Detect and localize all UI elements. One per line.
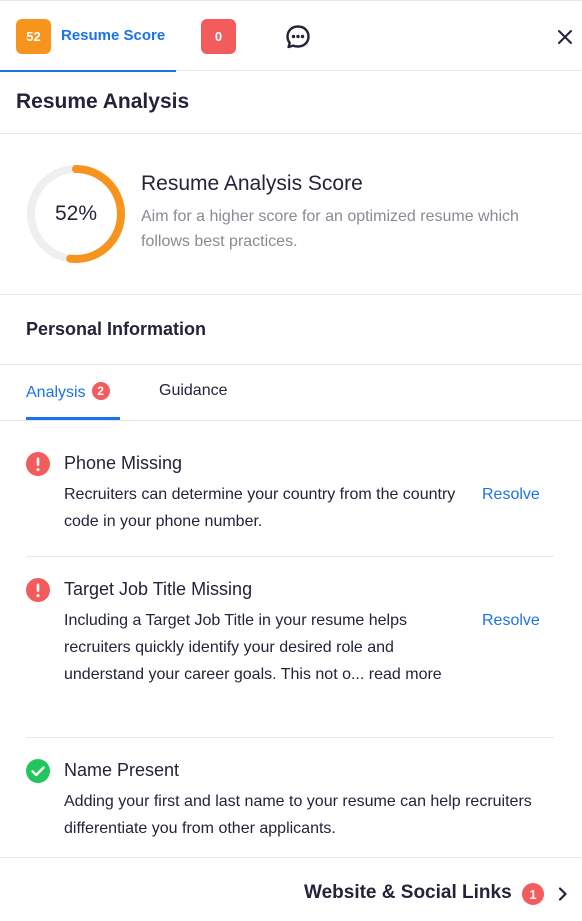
exclamation-circle-icon bbox=[26, 452, 50, 476]
errors-tab-badge[interactable]: 0 bbox=[201, 19, 236, 54]
item-title: Name Present bbox=[64, 760, 180, 780]
analysis-item-name: Name Present Adding your first and last … bbox=[0, 738, 582, 857]
analysis-subtabs: Analysis 2 Guidance bbox=[0, 365, 582, 421]
next-section-label: Website & Social Links bbox=[304, 882, 512, 903]
tab-analysis-label: Analysis bbox=[26, 384, 86, 401]
chevron-right-icon[interactable] bbox=[555, 886, 571, 902]
analysis-item-target-job-title: Target Job Title Missing Including a Tar… bbox=[0, 557, 582, 738]
tab-resume-score-label: Resume Score bbox=[61, 27, 166, 44]
personal-information-header[interactable]: Personal Information bbox=[0, 295, 582, 365]
item-description: Recruiters can determine your country fr… bbox=[64, 486, 456, 530]
next-section-count-badge: 1 bbox=[522, 883, 544, 905]
analysis-tab-underline bbox=[26, 417, 120, 420]
item-title: Phone Missing bbox=[64, 453, 183, 473]
score-percent: 52% bbox=[54, 202, 98, 225]
page-title: Resume Analysis bbox=[16, 90, 190, 113]
item-title: Target Job Title Missing bbox=[64, 579, 253, 599]
next-section-footer[interactable]: Website & Social Links 1 bbox=[0, 857, 582, 921]
resolve-link[interactable]: Resolve bbox=[482, 486, 540, 504]
analysis-count-badge: 2 bbox=[91, 382, 110, 400]
score-card: 52% Resume Analysis Score Aim for a high… bbox=[0, 134, 582, 295]
item-description: Adding your first and last name to your … bbox=[64, 793, 532, 837]
score-description: Aim for a higher score for an optimized … bbox=[141, 208, 519, 250]
item-description: Including a Target Job Title in your res… bbox=[64, 612, 442, 683]
tab-analysis[interactable]: Analysis 2 bbox=[26, 382, 110, 421]
analysis-item-phone: Phone Missing Recruiters can determine y… bbox=[0, 421, 582, 557]
section-title: Personal Information bbox=[26, 319, 207, 339]
exclamation-circle-icon bbox=[26, 578, 50, 602]
chat-bubble-icon[interactable] bbox=[285, 24, 311, 50]
resolve-link[interactable]: Resolve bbox=[482, 612, 540, 630]
top-tab-bar: 52 Resume Score 0 bbox=[0, 0, 582, 72]
check-circle-icon bbox=[26, 759, 50, 783]
score-badge: 52 bbox=[16, 19, 51, 54]
score-title: Resume Analysis Score bbox=[141, 172, 363, 195]
tab-guidance[interactable]: Guidance bbox=[159, 382, 228, 400]
tab-resume-score[interactable]: 52 Resume Score bbox=[0, 1, 176, 72]
panel-header: Resume Analysis bbox=[0, 71, 582, 134]
close-icon[interactable] bbox=[556, 28, 574, 46]
